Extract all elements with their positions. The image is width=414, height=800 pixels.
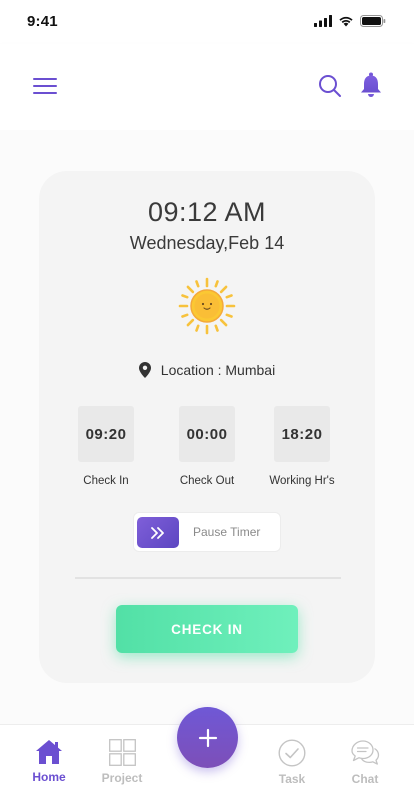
status-icons bbox=[314, 15, 386, 27]
sun-icon bbox=[178, 277, 236, 335]
grid-icon bbox=[108, 739, 136, 766]
status-time: 9:41 bbox=[27, 13, 58, 30]
tab-chat[interactable]: Chat bbox=[335, 739, 395, 786]
wifi-icon bbox=[339, 16, 353, 27]
location-row: Location : Mumbai bbox=[39, 362, 375, 378]
double-chevron-right-icon bbox=[137, 517, 179, 548]
status-bar: 9:41 bbox=[0, 0, 414, 44]
plus-icon bbox=[198, 728, 217, 747]
tab-project[interactable]: Project bbox=[92, 739, 152, 785]
check-in-time: 09:20 bbox=[78, 406, 134, 462]
check-out-stat: 00:00 Check Out bbox=[167, 406, 247, 487]
location-pin-icon bbox=[138, 362, 151, 378]
working-hours-value: 18:20 bbox=[274, 406, 330, 462]
check-out-time: 00:00 bbox=[179, 406, 235, 462]
battery-icon bbox=[360, 15, 386, 27]
tab-chat-label: Chat bbox=[351, 772, 379, 786]
tab-task[interactable]: Task bbox=[262, 739, 322, 786]
chat-bubbles-icon bbox=[351, 740, 380, 765]
attendance-card: 09:12 AM Wednesday,Feb 14 Location: Mum… bbox=[39, 171, 375, 683]
search-icon[interactable] bbox=[318, 74, 342, 98]
check-in-stat: 09:20 Check In bbox=[66, 406, 146, 487]
check-in-button[interactable]: CHECK IN bbox=[116, 605, 298, 653]
pause-timer-button[interactable]: Pause Timer bbox=[133, 512, 281, 552]
check-circle-icon bbox=[278, 739, 306, 767]
menu-button[interactable] bbox=[33, 78, 57, 96]
location-text: Location : Mumbai bbox=[160, 362, 276, 378]
hamburger-icon bbox=[33, 78, 57, 80]
tab-home[interactable]: Home bbox=[19, 739, 79, 784]
bell-icon[interactable] bbox=[359, 72, 383, 98]
pause-timer-label: Pause Timer bbox=[193, 525, 261, 539]
tab-task-label: Task bbox=[278, 772, 306, 786]
working-hours-stat: 18:20 Working Hr's bbox=[262, 406, 342, 487]
tab-home-label: Home bbox=[32, 770, 66, 784]
add-button[interactable] bbox=[177, 707, 238, 768]
divider bbox=[75, 577, 341, 579]
home-icon bbox=[36, 740, 62, 764]
working-hours-label: Working Hr's bbox=[269, 475, 335, 487]
app-header bbox=[0, 44, 414, 130]
check-in-label: Check In bbox=[83, 475, 129, 487]
current-date: Wednesday,Feb 14 bbox=[129, 233, 285, 253]
tab-project-label: Project bbox=[101, 771, 143, 785]
check-out-label: Check Out bbox=[179, 475, 235, 487]
current-time: 09:12 AM bbox=[147, 197, 267, 227]
cellular-signal-icon bbox=[314, 15, 332, 27]
